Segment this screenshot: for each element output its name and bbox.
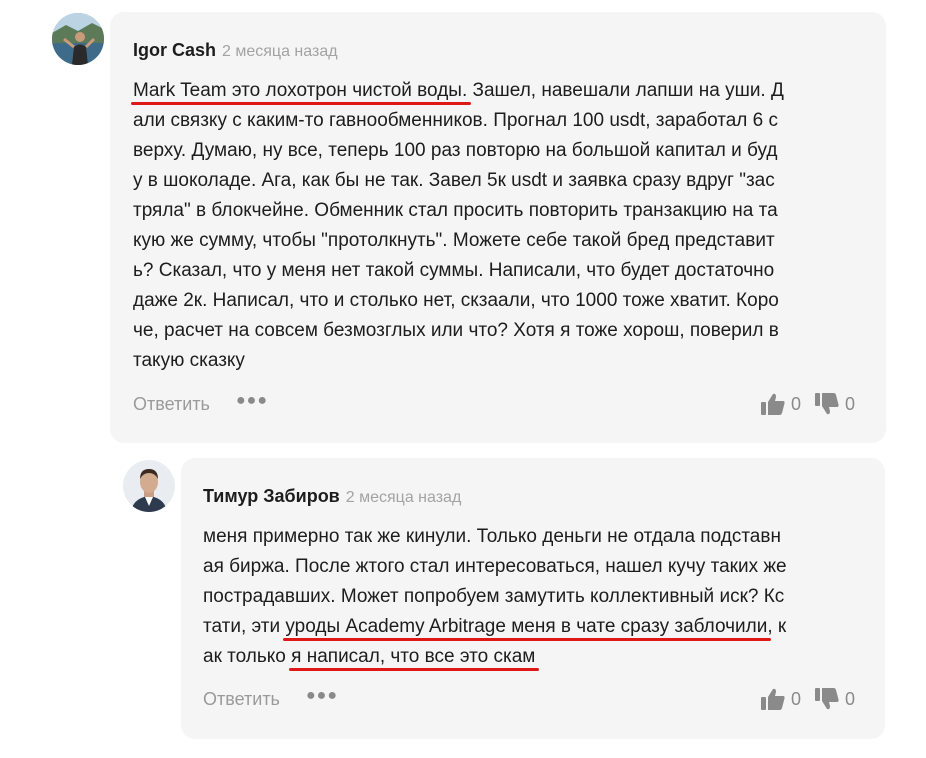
comment-text-line: даже 2к. Написал, что и столько нет, скз…	[133, 290, 779, 311]
dislike-count: 0	[845, 688, 856, 709]
reply-button[interactable]: Ответить	[133, 394, 210, 415]
comment-text-line: тряла" в блокчейне. Обменник стал просит…	[133, 200, 778, 221]
comment-text-line: ая биржа. После жтого стал интересоватьс…	[203, 556, 787, 577]
more-dots-icon[interactable]: ●●●	[236, 392, 268, 410]
underlined-text: уроды Academy Arbitrage меня в чате сраз…	[285, 616, 768, 637]
comment-text-line: верху. Думаю, ну все, теперь 100 раз пов…	[133, 140, 778, 161]
comment-author[interactable]: Igor Cash	[133, 40, 216, 60]
comment-text-line: ь? Сказал, что у меня нет такой суммы. Н…	[133, 260, 775, 281]
comment-text-line: тати, эти уроды Academy Arbitrage меня в…	[203, 616, 787, 637]
thumbs-up-icon	[761, 688, 785, 710]
dislike-count: 0	[845, 393, 856, 414]
comment-card: Igor Cash 2 месяца назад Mark Team это ло…	[110, 12, 886, 443]
comment-text-line: али связку с каким-то гавнообменников. П…	[133, 110, 778, 131]
thumbs-up-icon	[761, 393, 785, 415]
comment-text-line: такую сказку	[133, 350, 245, 371]
comment-text-line: кую же сумму, чтобы "протолкнуть". Может…	[133, 230, 775, 251]
like-count: 0	[791, 393, 802, 414]
reply-card: Тимур Забиров 2 месяца назад меня примерн…	[181, 458, 885, 739]
comment-time: 2 месяца назад	[345, 489, 462, 506]
avatar-image	[52, 13, 104, 65]
comment-header: Тимур Забиров 2 месяца назад	[203, 486, 461, 507]
comment-time: 2 месяца назад	[222, 43, 338, 60]
comment-text-line: ак только я написал, что все это скам	[203, 646, 536, 667]
underlined-text: Mark Team это лохотрон чистой воды.	[133, 80, 468, 101]
comment-header: Igor Cash 2 месяца назад	[133, 40, 338, 61]
comment-text-line: Mark Team это лохотрон чистой воды. Заше…	[133, 80, 784, 101]
dislike-button[interactable]: 0	[814, 392, 855, 416]
avatar-image	[123, 460, 175, 512]
comment-text-line: у в шоколаде. Ага, как бы не так. Завел …	[133, 170, 775, 191]
thumbs-down-icon	[815, 393, 839, 415]
like-button[interactable]: 0	[760, 392, 801, 416]
avatar[interactable]	[52, 13, 104, 65]
comment-text-line: че, расчет на совсем безмозглых или что?…	[133, 320, 779, 341]
more-dots-icon[interactable]: ●●●	[306, 687, 338, 705]
like-button[interactable]: 0	[760, 687, 801, 711]
underlined-text: я написал, что все это скам	[291, 646, 536, 667]
comment-text-line: меня примерно так же кинули. Только день…	[203, 526, 781, 547]
thumbs-down-icon	[815, 688, 839, 710]
dislike-button[interactable]: 0	[814, 687, 855, 711]
comment-author[interactable]: Тимур Забиров	[203, 486, 340, 506]
like-count: 0	[791, 688, 802, 709]
comment-text-line: пострадавших. Может попробуем замутить к…	[203, 586, 785, 607]
avatar[interactable]	[123, 460, 175, 512]
reply-button[interactable]: Ответить	[203, 689, 280, 710]
